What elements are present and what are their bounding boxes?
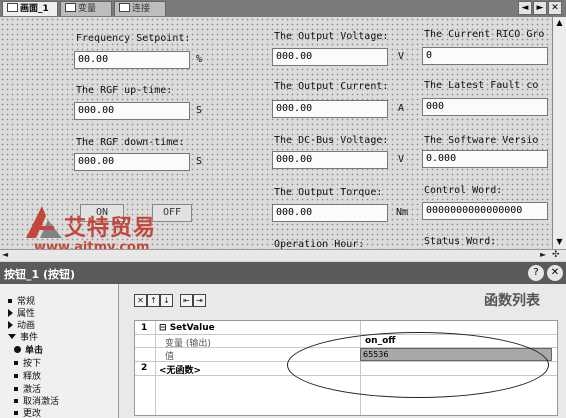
editor-tab-bar: 画面_1 变量 连接 ◄ ► ✕ bbox=[0, 0, 566, 17]
param-name-cell: 值 bbox=[165, 352, 175, 362]
scroll-left-icon[interactable]: ◄ bbox=[2, 250, 8, 260]
tree-item-label: 事件 bbox=[20, 333, 39, 343]
canvas-horizontal-scrollbar[interactable]: ◄ ► ✣ bbox=[0, 249, 566, 261]
operation-hour-label: Operation Hour: bbox=[274, 239, 365, 249]
off-button[interactable]: OFF bbox=[152, 204, 192, 222]
bullet-icon bbox=[14, 374, 18, 378]
frequency-unit: % bbox=[196, 54, 203, 65]
row-index: 2 bbox=[141, 363, 148, 373]
scroll-tabs-left-icon[interactable]: ◄ bbox=[518, 1, 532, 15]
bullet-icon bbox=[8, 299, 12, 303]
grid-divider bbox=[135, 334, 557, 335]
watermark-emblem-icon bbox=[26, 206, 62, 238]
tab-label: 变量 bbox=[78, 4, 97, 14]
highlight-ellipse bbox=[287, 332, 549, 398]
delete-function-icon[interactable]: ✕ bbox=[134, 294, 147, 307]
frequency-setpoint-field[interactable]: 00.00 bbox=[74, 51, 190, 69]
bullet-icon bbox=[14, 387, 18, 391]
output-current-label: The Output Current: bbox=[274, 81, 389, 92]
dc-bus-voltage-field[interactable]: 000.00 bbox=[272, 151, 388, 169]
tree-item-label: 更改 bbox=[23, 409, 42, 418]
software-version-label: The Software Versio bbox=[424, 135, 539, 146]
close-panel-icon[interactable]: ✕ bbox=[547, 265, 563, 281]
frequency-setpoint-label: Frequency Setpoint: bbox=[76, 33, 191, 44]
param-name-cell: 变量 (输出) bbox=[165, 339, 211, 349]
tab-variables[interactable]: 变量 bbox=[60, 1, 112, 16]
tree-item-label: 按下 bbox=[23, 359, 42, 369]
collapse-box-icon[interactable]: ⊟ bbox=[159, 323, 167, 333]
scroll-tabs-right-icon[interactable]: ► bbox=[533, 1, 547, 15]
grid-divider bbox=[155, 321, 156, 415]
rgf-up-time-field[interactable]: 000.00 bbox=[74, 102, 190, 120]
scroll-up-icon[interactable]: ▲ bbox=[553, 17, 566, 29]
rgf-down-time-unit: S bbox=[196, 156, 203, 167]
tree-item-press[interactable]: 按下 bbox=[14, 356, 41, 369]
tree-item-label: 释放 bbox=[23, 372, 42, 382]
no-function-cell[interactable]: <无函数> bbox=[159, 363, 201, 376]
output-current-field[interactable]: 000.00 bbox=[272, 100, 388, 118]
tree-item-click[interactable]: 单击 bbox=[14, 343, 43, 356]
dc-bus-voltage-unit: V bbox=[398, 154, 405, 165]
function-list-title: 函数列表 bbox=[484, 293, 540, 309]
rico-group-label: The Current RICO Gro bbox=[424, 29, 545, 40]
output-torque-label: The Output Torque: bbox=[274, 187, 383, 198]
properties-tree: 常规 属性 动画 事件 单击 按下 释放 激活 取消激活 更改 bbox=[0, 284, 119, 418]
scroll-right-icon[interactable]: ► bbox=[540, 250, 546, 260]
output-voltage-label: The Output Voltage: bbox=[274, 31, 389, 42]
variable-table-icon bbox=[65, 3, 76, 12]
control-word-label: Control Word: bbox=[424, 185, 503, 196]
properties-titlebar: 按钮_1 (按钮) ? ✕ bbox=[0, 262, 566, 284]
output-torque-unit: Nm bbox=[396, 207, 409, 218]
control-word-field[interactable]: 0000000000000000 bbox=[422, 202, 548, 220]
latest-fault-label: The Latest Fault co bbox=[424, 80, 539, 91]
tree-item-change[interactable]: 更改 bbox=[14, 406, 41, 418]
status-word-label: Status Word: bbox=[424, 236, 497, 247]
rgf-down-time-field[interactable]: 000.00 bbox=[74, 153, 190, 171]
tab-label: 画面_1 bbox=[20, 4, 49, 14]
tab-connections[interactable]: 连接 bbox=[114, 1, 166, 16]
expand-arrow-icon bbox=[8, 321, 13, 329]
on-button[interactable]: ON bbox=[80, 204, 124, 222]
output-torque-field[interactable]: 000.00 bbox=[272, 204, 388, 222]
bullet-icon bbox=[14, 411, 18, 415]
screen-icon bbox=[7, 3, 18, 12]
tree-item-events[interactable]: 事件 bbox=[8, 330, 38, 343]
function-name-cell[interactable]: ⊟ SetValue bbox=[159, 323, 215, 333]
bullet-icon bbox=[14, 399, 18, 403]
selected-event-icon bbox=[14, 346, 21, 353]
canvas-vertical-scrollbar[interactable]: ▲ ▼ bbox=[552, 17, 566, 249]
close-editor-icon[interactable]: ✕ bbox=[548, 1, 562, 15]
software-version-field[interactable]: 0.000 bbox=[422, 150, 548, 168]
output-voltage-unit: V bbox=[398, 51, 405, 62]
row-index: 1 bbox=[141, 323, 148, 333]
latest-fault-field[interactable]: 000 bbox=[422, 98, 548, 116]
screen-canvas[interactable]: Frequency Setpoint: 00.00 % The RGF up-t… bbox=[0, 17, 552, 249]
rico-group-field[interactable]: 0 bbox=[422, 47, 548, 65]
tree-item-label: 单击 bbox=[25, 346, 44, 356]
rgf-down-time-label: The RGF down-time: bbox=[76, 137, 185, 148]
watermark-url: www.aitmy.com bbox=[34, 240, 150, 249]
output-current-unit: A bbox=[398, 103, 405, 114]
tab-screen-1[interactable]: 画面_1 bbox=[2, 1, 58, 16]
dc-bus-voltage-label: The DC-Bus Voltage: bbox=[274, 135, 389, 146]
zoom-cross-icon[interactable]: ✣ bbox=[552, 250, 560, 260]
move-up-icon[interactable]: ↑ bbox=[147, 294, 160, 307]
output-voltage-field[interactable]: 000.00 bbox=[272, 48, 388, 66]
tree-item-release[interactable]: 释放 bbox=[14, 369, 41, 382]
expand-arrow-icon bbox=[8, 309, 13, 317]
scroll-down-icon[interactable]: ▼ bbox=[553, 236, 566, 248]
collapse-arrow-icon bbox=[8, 334, 16, 339]
rgf-up-time-label: The RGF up-time: bbox=[76, 85, 173, 96]
help-icon[interactable]: ? bbox=[528, 265, 544, 281]
tab-label: 连接 bbox=[132, 4, 151, 14]
bullet-icon bbox=[14, 361, 18, 365]
function-name: SetValue bbox=[169, 323, 215, 333]
wincc-screen: 画面_1 变量 连接 ◄ ► ✕ Frequency Setpoint: 00.… bbox=[0, 0, 566, 418]
properties-title: 按钮_1 (按钮) bbox=[4, 268, 76, 281]
outdent-icon[interactable]: ⇤ bbox=[180, 294, 193, 307]
indent-icon[interactable]: ⇥ bbox=[193, 294, 206, 307]
move-down-icon[interactable]: ↓ bbox=[160, 294, 173, 307]
rgf-up-time-unit: S bbox=[196, 105, 203, 116]
connection-icon bbox=[119, 3, 130, 12]
